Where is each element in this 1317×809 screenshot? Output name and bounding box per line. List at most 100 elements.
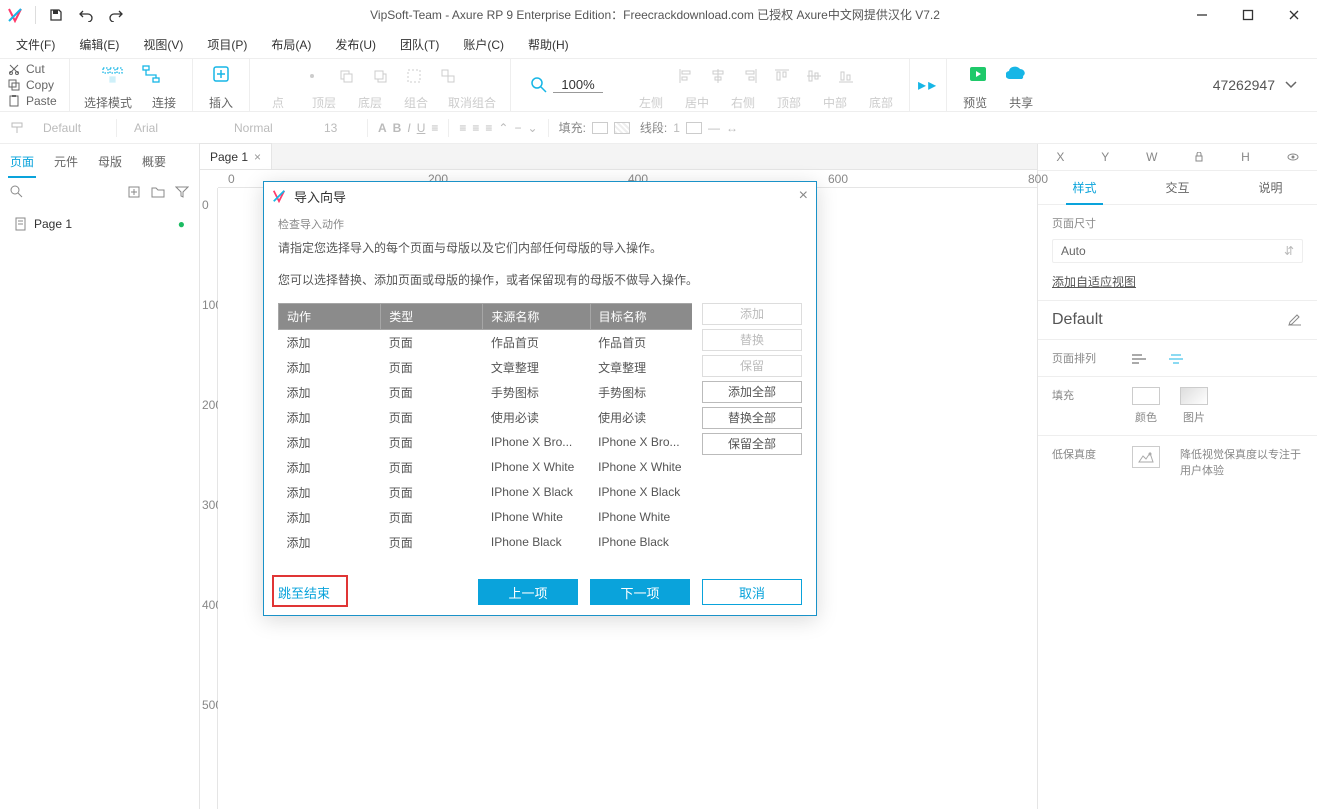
fill-image-swatch[interactable] — [614, 122, 630, 134]
page-node[interactable]: Page 1 ● — [10, 214, 189, 234]
left-tab-widgets[interactable]: 元件 — [44, 145, 88, 178]
cancel-button[interactable]: 取消 — [702, 579, 802, 605]
document-tab[interactable]: Page 1 × — [199, 143, 272, 169]
btn-replace-all[interactable]: 替换全部 — [702, 407, 802, 429]
font-select[interactable]: Arial — [127, 118, 217, 138]
save-icon[interactable] — [41, 0, 71, 30]
skip-to-end-button[interactable]: 跳至结束 — [278, 583, 330, 602]
menu-team[interactable]: 团队(T) — [394, 34, 445, 55]
close-button[interactable] — [1271, 0, 1317, 30]
menu-file[interactable]: 文件(F) — [10, 34, 61, 55]
valign-bot-icon[interactable]: ⌄ — [528, 121, 538, 135]
connect-icon[interactable] — [142, 65, 160, 86]
align-left-icon — [679, 69, 693, 83]
redo-icon[interactable] — [101, 0, 131, 30]
table-row[interactable]: 添加页面IPhone X BlackIPhone X Black — [279, 480, 693, 505]
fill-color-swatch[interactable] — [1132, 387, 1160, 405]
table-row[interactable]: 添加页面使用必读使用必读 — [279, 405, 693, 430]
insert-icon[interactable] — [212, 65, 230, 86]
bullets-icon[interactable]: ≡ — [431, 121, 438, 135]
table-row[interactable]: 添加页面作品首页作品首页 — [279, 329, 693, 355]
filter-icon[interactable] — [175, 185, 189, 199]
th-target[interactable]: 目标名称 — [590, 303, 692, 329]
align-right-icon — [743, 69, 757, 83]
fill-image-swatch[interactable] — [1180, 387, 1208, 405]
page-name: Page 1 — [34, 217, 72, 231]
th-source[interactable]: 来源名称 — [483, 303, 590, 329]
next-button[interactable]: 下一项 — [590, 579, 690, 605]
menu-arrange[interactable]: 布局(A) — [265, 34, 317, 55]
right-tab-style[interactable]: 样式 — [1038, 171, 1131, 204]
underline-icon[interactable]: U — [417, 121, 426, 135]
add-page-icon[interactable] — [127, 185, 141, 199]
copy-button[interactable]: Copy — [8, 78, 69, 92]
font-size-select[interactable]: 13 — [317, 118, 357, 138]
text-color-icon[interactable]: A — [378, 121, 387, 135]
add-folder-icon[interactable] — [151, 185, 165, 199]
th-type[interactable]: 类型 — [381, 303, 483, 329]
table-row[interactable]: 添加页面IPhone BlackIPhone Black — [279, 530, 693, 555]
left-tab-pages[interactable]: 页面 — [0, 145, 44, 178]
stroke-width[interactable]: 1 — [673, 121, 680, 135]
style-select[interactable]: Default — [36, 118, 106, 138]
edit-style-icon[interactable] — [1287, 313, 1303, 327]
page-align-center-icon[interactable] — [1168, 351, 1184, 365]
maximize-button[interactable] — [1225, 0, 1271, 30]
align-right-text-icon[interactable]: ≡ — [485, 121, 492, 135]
minimize-button[interactable] — [1179, 0, 1225, 30]
right-tab-interactions[interactable]: 交互 — [1131, 171, 1224, 204]
table-row[interactable]: 添加页面IPhone X WhiteIPhone X White — [279, 455, 693, 480]
table-row[interactable]: 添加页面文章整理文章整理 — [279, 355, 693, 380]
right-tab-notes[interactable]: 说明 — [1224, 171, 1317, 204]
table-row[interactable]: 添加页面IPhone WhiteIPhone White — [279, 505, 693, 530]
fill-swatch[interactable] — [592, 122, 608, 134]
menu-project[interactable]: 项目(P) — [201, 34, 253, 55]
close-tab-icon[interactable]: × — [254, 150, 261, 164]
more-tools[interactable]: ▸▸ — [910, 59, 946, 111]
search-icon[interactable] — [10, 185, 24, 199]
table-row[interactable]: 添加页面IPhone X Bro...IPhone X Bro... — [279, 430, 693, 455]
menu-help[interactable]: 帮助(H) — [522, 34, 575, 55]
select-mode-icon[interactable] — [102, 65, 124, 86]
paint-icon[interactable] — [10, 121, 26, 135]
arrow-icon[interactable]: ↔ — [726, 121, 738, 135]
cut-button[interactable]: Cut — [8, 62, 69, 76]
left-tab-outline[interactable]: 概要 — [132, 145, 176, 178]
adaptive-views-link[interactable]: 添加自适应视图 — [1052, 273, 1136, 290]
btn-add-all[interactable]: 添加全部 — [702, 381, 802, 403]
page-align-left-icon[interactable] — [1132, 351, 1148, 365]
menu-view[interactable]: 视图(V) — [137, 34, 189, 55]
prev-button[interactable]: 上一项 — [478, 579, 578, 605]
paste-button[interactable]: Paste — [8, 94, 69, 108]
table-row[interactable]: 添加页面手势图标手势图标 — [279, 380, 693, 405]
visible-icon[interactable] — [1287, 153, 1299, 161]
valign-top-icon[interactable]: ⌃ — [498, 121, 508, 135]
bold-icon[interactable]: B — [393, 121, 402, 135]
stroke-swatch[interactable] — [686, 122, 702, 134]
updown-icon: ⇵ — [1284, 244, 1294, 258]
font-weight-select[interactable]: Normal — [227, 118, 307, 138]
dialog-subtitle: 检查导入动作 — [278, 216, 802, 232]
arrange-group: 点顶层底层组合取消组合 — [250, 59, 511, 111]
lock-icon[interactable] — [1194, 152, 1204, 162]
account-area[interactable]: 47262947 — [1193, 59, 1317, 111]
preview-icon[interactable] — [968, 65, 988, 86]
valign-mid-icon[interactable]: − — [514, 121, 521, 135]
align-center-text-icon[interactable]: ≡ — [472, 121, 479, 135]
menu-publish[interactable]: 发布(U) — [329, 34, 382, 55]
stroke-style-icon[interactable]: — — [708, 121, 720, 135]
align-left-text-icon[interactable]: ≡ — [459, 121, 466, 135]
low-fidelity-icon[interactable] — [1132, 446, 1160, 468]
undo-icon[interactable] — [71, 0, 101, 30]
menu-account[interactable]: 账户(C) — [457, 34, 510, 55]
dialog-close-icon[interactable]: × — [799, 187, 808, 205]
btn-keep-all[interactable]: 保留全部 — [702, 433, 802, 455]
zoom-input[interactable] — [553, 77, 603, 93]
titlebar: VipSoft-Team - Axure RP 9 Enterprise Edi… — [0, 0, 1317, 30]
menu-edit[interactable]: 编辑(E) — [73, 34, 125, 55]
th-action[interactable]: 动作 — [279, 303, 381, 329]
share-icon[interactable] — [1006, 66, 1028, 85]
page-dim-select[interactable]: Auto ⇵ — [1052, 239, 1303, 263]
italic-icon[interactable]: I — [407, 121, 410, 135]
left-tab-masters[interactable]: 母版 — [88, 145, 132, 178]
